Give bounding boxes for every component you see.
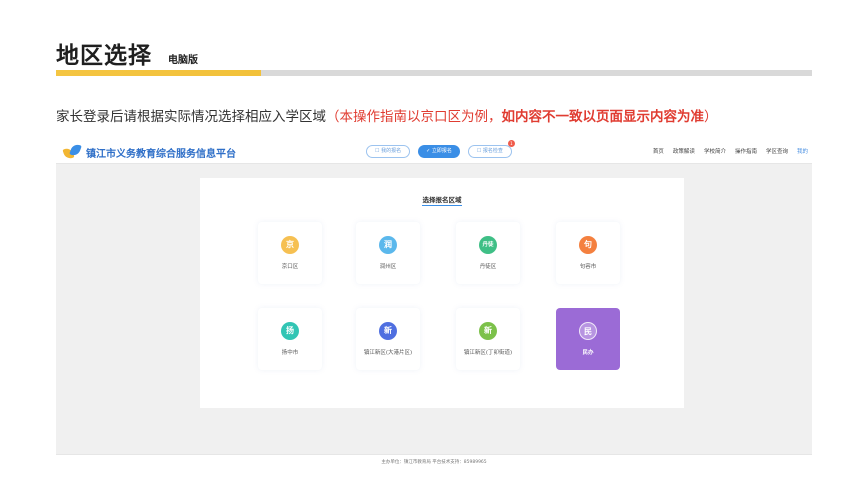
instruction-note: （本操作指南以京口区为例， (326, 109, 502, 125)
action-pills: ☐ 我的报名 ✓ 立即报名 ☐ 报名检查 1 (366, 140, 520, 158)
nav-home[interactable]: 首页 (653, 147, 664, 155)
region-select-card: 选择报名区域 京 京口区 润 润州区 丹徒 丹徒区 句 句容市 扬 扬中市 新 … (200, 178, 684, 408)
brand-name: 镇江市义务教育综合服务信息平台 (86, 148, 236, 160)
footer-text: 主办单位：镇江市教育局 平台技术支持：85989965 (381, 460, 487, 465)
nav-policy[interactable]: 政策解读 (673, 147, 695, 155)
region-badge-icon: 新 (479, 322, 497, 340)
registration-check-label: ☐ 报名检查 (476, 148, 503, 154)
app-header: 镇江市义务教育综合服务信息平台 ☐ 我的报名 ✓ 立即报名 ☐ 报名检查 1 首页… (56, 140, 812, 164)
region-tile-dantu[interactable]: 丹徒 丹徒区 (456, 222, 520, 284)
title-divider (56, 70, 812, 76)
registration-check-button[interactable]: ☐ 报名检查 1 (467, 140, 515, 158)
region-tile-jingkou[interactable]: 京 京口区 (258, 222, 322, 284)
region-tile-new-district-dagang[interactable]: 新 镇江新区(大港片区) (356, 308, 420, 370)
region-label: 句容市 (579, 264, 597, 270)
register-now-button[interactable]: ✓ 立即报名 (418, 145, 460, 158)
region-tile-runzhou[interactable]: 润 润州区 (356, 222, 420, 284)
instruction-main: 家长登录后请根据实际情况选择相应入学区域 (56, 109, 326, 125)
region-badge-icon: 京 (281, 236, 299, 254)
logo-icon (62, 142, 82, 161)
region-tile-new-district-dingmao[interactable]: 新 镇江新区(丁卯街道) (456, 308, 520, 370)
instruction-emphasis: 如内容不一致以页面显示内容为准 (501, 109, 705, 125)
region-label: 镇江新区(大港片区) (363, 350, 413, 356)
nav-guide[interactable]: 操作指南 (735, 147, 757, 155)
region-label: 镇江新区(丁卯街道) (463, 350, 513, 356)
region-tile-private[interactable]: 民 民办 (556, 308, 620, 370)
title-accent-bar (56, 70, 261, 76)
slide-title: 地区选择 (56, 43, 152, 69)
slide-subtitle: 电脑版 (168, 55, 198, 66)
region-tile-yangzhong[interactable]: 扬 扬中市 (258, 308, 322, 370)
notification-badge: 1 (507, 140, 515, 147)
region-badge-icon: 润 (379, 236, 397, 254)
region-label: 民办 (582, 350, 594, 356)
region-label: 丹徒区 (479, 264, 497, 270)
region-label: 润州区 (379, 264, 397, 270)
region-badge-icon: 民 (579, 322, 597, 340)
region-badge-icon: 句 (579, 236, 597, 254)
card-title: 选择报名区域 (422, 196, 462, 204)
region-label: 扬中市 (281, 350, 299, 356)
instruction-text: 家长登录后请根据实际情况选择相应入学区域（本操作指南以京口区为例，如内容不一致以… (56, 105, 718, 125)
app-footer: 主办单位：镇江市教育局 平台技术支持：85989965 (56, 454, 812, 468)
region-badge-icon: 扬 (281, 322, 299, 340)
title-underline (422, 205, 462, 206)
nav-mine[interactable]: 我的 (797, 147, 808, 155)
region-badge-icon: 新 (379, 322, 397, 340)
embedded-screenshot: 镇江市义务教育综合服务信息平台 ☐ 我的报名 ✓ 立即报名 ☐ 报名检查 1 首页… (56, 140, 812, 468)
region-tile-jurong[interactable]: 句 句容市 (556, 222, 620, 284)
region-badge-icon: 丹徒 (479, 236, 497, 254)
slide: 地区选择 电脑版 家长登录后请根据实际情况选择相应入学区域（本操作指南以京口区为… (0, 0, 864, 486)
region-label: 京口区 (281, 264, 299, 270)
app-brand[interactable]: 镇江市义务教育综合服务信息平台 (62, 142, 236, 161)
top-nav: 首页 政策解读 学校简介 操作指南 学区查询 我的 (644, 147, 808, 155)
nav-schools[interactable]: 学校简介 (704, 147, 726, 155)
instruction-close: ） (704, 109, 718, 125)
slide-title-row: 地区选择 电脑版 (56, 36, 198, 70)
my-registration-button[interactable]: ☐ 我的报名 (366, 145, 411, 158)
nav-district-query[interactable]: 学区查询 (766, 147, 788, 155)
